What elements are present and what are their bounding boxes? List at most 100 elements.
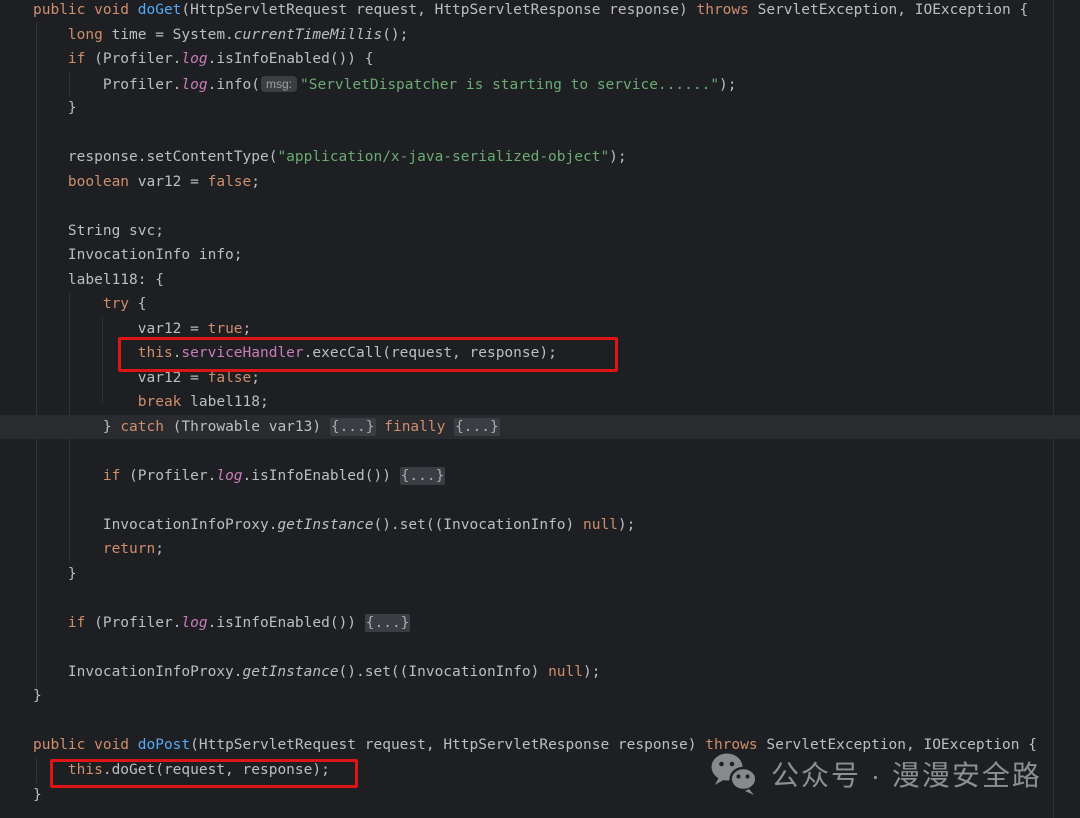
code-token (33, 541, 103, 557)
code-token: "application/x-java-serialized-object" (277, 149, 609, 165)
code-token: log (181, 77, 207, 93)
code-token: (HttpServletRequest request, HttpServlet… (190, 737, 705, 753)
code-token: var12 = (33, 321, 208, 337)
code-token: ServletException, IOException { (749, 2, 1028, 18)
code-line[interactable]: long time = System.currentTimeMillis(); (0, 23, 1080, 48)
code-line[interactable]: InvocationInfo info; (0, 243, 1080, 268)
code-line[interactable] (0, 635, 1080, 660)
code-token: } (33, 566, 77, 582)
code-token: false (208, 174, 252, 190)
code-token: break (138, 394, 182, 410)
code-token: log (181, 615, 207, 631)
code-token: ().set((InvocationInfo) (339, 664, 549, 680)
code-editor[interactable]: public void doGet(HttpServletRequest req… (0, 0, 1080, 818)
code-token: throws (696, 2, 748, 18)
code-token: null (548, 664, 583, 680)
code-line[interactable]: public void doGet(HttpServletRequest req… (0, 0, 1080, 23)
code-token (33, 51, 68, 67)
folded-code-badge[interactable]: {...} (400, 467, 446, 485)
code-line[interactable]: try { (0, 292, 1080, 317)
code-line[interactable]: boolean var12 = false; (0, 170, 1080, 195)
code-token: var12 = (129, 174, 208, 190)
code-token: (Profiler. (85, 615, 181, 631)
code-line[interactable]: InvocationInfoProxy.getInstance().set((I… (0, 660, 1080, 685)
code-token: response.setContentType( (33, 149, 277, 165)
code-line-current[interactable]: } catch (Throwable var13) {...} finally … (0, 415, 1080, 440)
code-line[interactable]: if (Profiler.log.isInfoEnabled()) { (0, 47, 1080, 72)
code-token: ; (251, 370, 260, 386)
code-token: finally (384, 419, 445, 435)
code-line[interactable] (0, 586, 1080, 611)
code-token: ; (243, 321, 252, 337)
code-token: .isInfoEnabled()) (208, 615, 365, 631)
code-line[interactable]: } (0, 562, 1080, 587)
code-token (33, 394, 138, 410)
code-token: .isInfoEnabled()) (243, 468, 400, 484)
code-token (33, 174, 68, 190)
folded-code-badge[interactable]: {...} (454, 418, 500, 436)
code-line[interactable] (0, 709, 1080, 734)
code-line[interactable]: InvocationInfoProxy.getInstance().set((I… (0, 513, 1080, 538)
code-token: if (103, 468, 120, 484)
code-token: false (208, 370, 252, 386)
code-token: if (68, 615, 85, 631)
code-token: } (33, 100, 77, 116)
code-line[interactable]: String svc; (0, 219, 1080, 244)
code-token: public void (33, 737, 138, 753)
code-line[interactable] (0, 488, 1080, 513)
code-token: Profiler. (33, 77, 181, 93)
code-token: String svc; (33, 223, 164, 239)
code-token: } (33, 787, 42, 803)
code-token: ().set((InvocationInfo) (373, 517, 583, 533)
code-token: label118; (181, 394, 268, 410)
code-token: label118: { (33, 272, 164, 288)
code-token: return (103, 541, 155, 557)
code-line[interactable]: } (0, 684, 1080, 709)
code-token (33, 615, 68, 631)
code-line[interactable]: if (Profiler.log.isInfoEnabled()) {...} (0, 611, 1080, 636)
code-token: (Throwable var13) (164, 419, 330, 435)
folded-code-badge[interactable]: {...} (365, 614, 411, 632)
code-token: doPost (138, 737, 190, 753)
code-token: (Profiler. (85, 51, 181, 67)
code-area[interactable]: public void doGet(HttpServletRequest req… (0, 0, 1080, 807)
code-line[interactable]: } (0, 96, 1080, 121)
code-token: log (216, 468, 242, 484)
code-token: time = System. (103, 27, 234, 43)
code-line[interactable] (0, 194, 1080, 219)
code-token: catch (120, 419, 164, 435)
code-line[interactable] (0, 439, 1080, 464)
code-token (33, 27, 68, 43)
code-line[interactable] (0, 121, 1080, 146)
code-token: if (68, 51, 85, 67)
code-line[interactable]: return; (0, 537, 1080, 562)
code-token: (); (382, 27, 408, 43)
code-token: ; (251, 174, 260, 190)
code-token: } (33, 419, 120, 435)
code-token: .isInfoEnabled()) { (208, 51, 374, 67)
code-line[interactable]: label118: { (0, 268, 1080, 293)
code-token: currentTimeMillis (234, 27, 382, 43)
annotation-box-highlight-execCall (118, 337, 618, 372)
code-token: InvocationInfo info; (33, 247, 243, 263)
code-token: InvocationInfoProxy. (33, 517, 277, 533)
code-token: try (103, 296, 129, 312)
code-token: null (583, 517, 618, 533)
code-token: getInstance (243, 664, 339, 680)
code-token (445, 419, 454, 435)
folded-code-badge[interactable]: {...} (330, 418, 376, 436)
code-line[interactable]: if (Profiler.log.isInfoEnabled()) {...} (0, 464, 1080, 489)
code-token: ); (583, 664, 600, 680)
code-line[interactable]: break label118; (0, 390, 1080, 415)
code-token: true (208, 321, 243, 337)
code-token: throws (705, 737, 757, 753)
code-line[interactable]: response.setContentType("application/x-j… (0, 145, 1080, 170)
code-token: doGet (138, 2, 182, 18)
code-token: { (129, 296, 146, 312)
code-token: InvocationInfoProxy. (33, 664, 243, 680)
code-line[interactable]: public void doPost(HttpServletRequest re… (0, 733, 1080, 758)
code-line[interactable]: Profiler.log.info(msg:"ServletDispatcher… (0, 72, 1080, 97)
inline-hint-badge: msg: (261, 76, 297, 92)
code-token: (HttpServletRequest request, HttpServlet… (181, 2, 696, 18)
code-token: "ServletDispatcher is starting to servic… (300, 77, 719, 93)
